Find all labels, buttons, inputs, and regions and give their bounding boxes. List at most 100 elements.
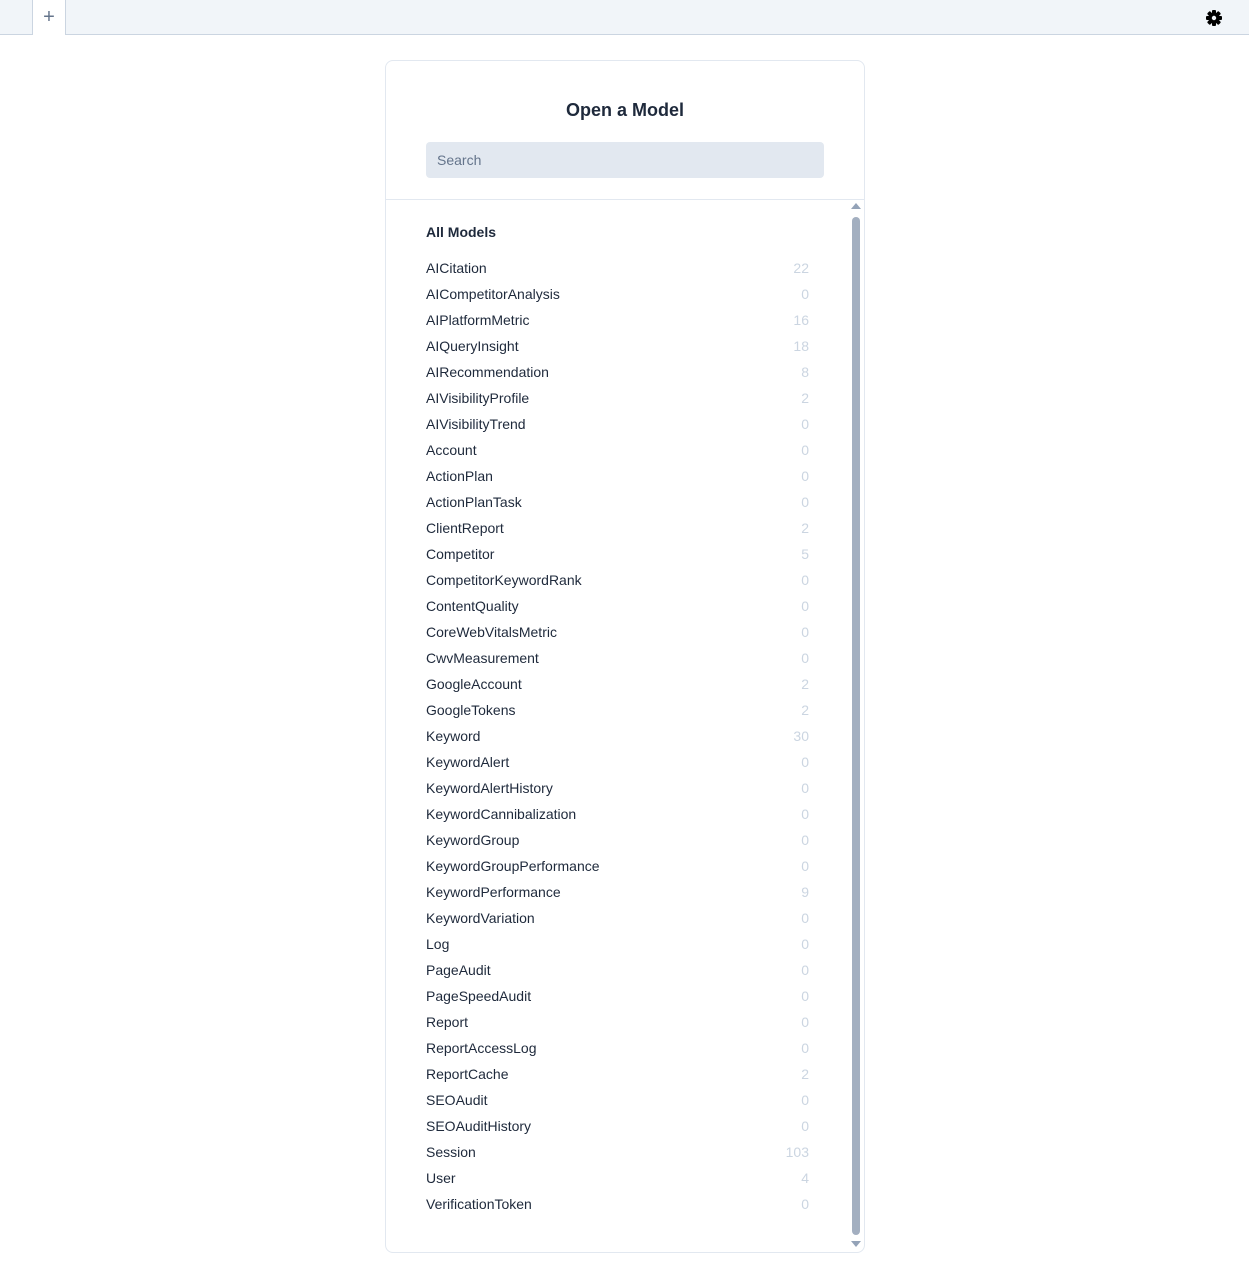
model-count: 2: [801, 676, 809, 692]
model-row[interactable]: CwvMeasurement 0: [426, 645, 810, 671]
dialog-title: Open a Model: [565, 100, 684, 120]
model-row[interactable]: ReportCache 2: [426, 1061, 810, 1087]
settings-button[interactable]: [1204, 8, 1224, 28]
model-row[interactable]: KeywordVariation 0: [426, 905, 810, 931]
model-name: KeywordGroupPerformance: [426, 858, 600, 874]
model-count: 0: [801, 754, 809, 770]
model-name: PageAudit: [426, 962, 491, 978]
model-name: KeywordGroup: [426, 832, 520, 848]
model-row[interactable]: User 4: [426, 1165, 810, 1191]
model-row[interactable]: AIVisibilityTrend 0: [426, 411, 810, 437]
model-row[interactable]: KeywordCannibalization 0: [426, 801, 810, 827]
model-name: KeywordAlert: [426, 754, 510, 770]
model-name: ClientReport: [426, 520, 504, 536]
model-count: 0: [801, 910, 809, 926]
model-count: 0: [801, 806, 809, 822]
model-name: AIQueryInsight: [426, 338, 519, 354]
model-count: 0: [801, 832, 809, 848]
model-row[interactable]: ContentQuality 0: [426, 593, 810, 619]
model-count: 0: [801, 1118, 809, 1134]
model-count: 30: [793, 728, 809, 744]
model-name: SEOAuditHistory: [426, 1118, 532, 1134]
model-name: Competitor: [426, 546, 495, 562]
model-count: 2: [801, 390, 809, 406]
model-count: 103: [785, 1144, 809, 1160]
model-count: 18: [793, 338, 809, 354]
model-name: CoreWebVitalsMetric: [426, 624, 557, 640]
model-row[interactable]: KeywordAlert 0: [426, 749, 810, 775]
section-heading: All Models: [426, 224, 497, 240]
search-input[interactable]: [426, 142, 824, 178]
model-row[interactable]: ClientReport 2: [426, 515, 810, 541]
model-row[interactable]: AICompetitorAnalysis 0: [426, 281, 810, 307]
model-row[interactable]: Log 0: [426, 931, 810, 957]
model-name: ReportAccessLog: [426, 1040, 537, 1056]
model-count: 0: [801, 858, 809, 874]
model-row[interactable]: PageAudit 0: [426, 957, 810, 983]
model-row[interactable]: Competitor 5: [426, 541, 810, 567]
model-count: 0: [801, 650, 809, 666]
model-count: 5: [801, 546, 809, 562]
model-count: 9: [801, 884, 809, 900]
model-row[interactable]: GoogleTokens 2: [426, 697, 810, 723]
model-row[interactable]: AIVisibilityProfile 2: [426, 385, 810, 411]
model-name: ContentQuality: [426, 598, 519, 614]
model-row[interactable]: KeywordAlertHistory 0: [426, 775, 810, 801]
open-model-dialog: Open a Model All Models AICitation22AICo…: [385, 60, 865, 1253]
model-row[interactable]: AIPlatformMetric 16: [426, 307, 810, 333]
model-name: AIRecommendation: [426, 364, 549, 380]
model-name: ReportCache: [426, 1066, 509, 1082]
model-count: 2: [801, 520, 809, 536]
model-row[interactable]: AIRecommendation 8: [426, 359, 810, 385]
model-count: 0: [801, 988, 809, 1004]
model-name: Keyword: [426, 728, 481, 744]
model-row[interactable]: CompetitorKeywordRank 0: [426, 567, 810, 593]
model-row[interactable]: KeywordPerformance 9: [426, 879, 810, 905]
model-row[interactable]: ActionPlanTask 0: [426, 489, 810, 515]
model-row[interactable]: Session 103: [426, 1139, 810, 1165]
model-row[interactable]: CoreWebVitalsMetric 0: [426, 619, 810, 645]
model-name: GoogleAccount: [426, 676, 522, 692]
model-name: CwvMeasurement: [426, 650, 539, 666]
model-row[interactable]: Account 0: [426, 437, 810, 463]
model-row[interactable]: Keyword 30: [426, 723, 810, 749]
model-row[interactable]: GoogleAccount 2: [426, 671, 810, 697]
model-row[interactable]: AIQueryInsight 18: [426, 333, 810, 359]
model-count: 0: [801, 442, 809, 458]
scroll-down-arrow[interactable]: [851, 1241, 861, 1247]
model-name: KeywordVariation: [426, 910, 535, 926]
plus-icon: +: [43, 6, 55, 28]
scroll-up-arrow[interactable]: [851, 203, 861, 209]
model-list: All Models AICitation 22 AICompetitorAnaly…: [426, 223, 810, 1217]
model-row[interactable]: SEOAudit 0: [426, 1087, 810, 1113]
model-row[interactable]: Report 0: [426, 1009, 810, 1035]
model-count: 2: [801, 702, 809, 718]
add-tab-button[interactable]: +: [32, 0, 66, 35]
model-row[interactable]: SEOAuditHistory 0: [426, 1113, 810, 1139]
model-name: AICompetitorAnalysis: [426, 286, 560, 302]
model-count: 0: [801, 286, 809, 302]
model-row[interactable]: KeywordGroupPerformance 0: [426, 853, 810, 879]
model-count: 2: [801, 1066, 809, 1082]
model-row[interactable]: PageSpeedAudit 0: [426, 983, 810, 1009]
model-name: GoogleTokens: [426, 702, 516, 718]
scrollbar-thumb[interactable]: [852, 217, 860, 1235]
model-name: VerificationToken: [426, 1196, 532, 1212]
model-row[interactable]: VerificationToken 0: [426, 1191, 810, 1217]
model-row[interactable]: ActionPlan 0: [426, 463, 810, 489]
model-count: 0: [801, 1040, 809, 1056]
model-row[interactable]: KeywordGroup 0: [426, 827, 810, 853]
model-name: AIPlatformMetric: [426, 312, 530, 328]
model-count: 0: [801, 936, 809, 952]
model-count: 8: [801, 364, 809, 380]
model-name: KeywordPerformance: [426, 884, 561, 900]
top-bar: +: [0, 0, 1249, 35]
model-name: Session: [426, 1144, 476, 1160]
model-row[interactable]: ReportAccessLog 0: [426, 1035, 810, 1061]
model-count: 16: [793, 312, 809, 328]
model-count: 22: [793, 260, 809, 276]
model-name: ActionPlanTask: [426, 494, 522, 510]
model-name: CompetitorKeywordRank: [426, 572, 582, 588]
model-row[interactable]: AICitation 22: [426, 255, 810, 281]
model-name: AIVisibilityProfile: [426, 390, 530, 406]
